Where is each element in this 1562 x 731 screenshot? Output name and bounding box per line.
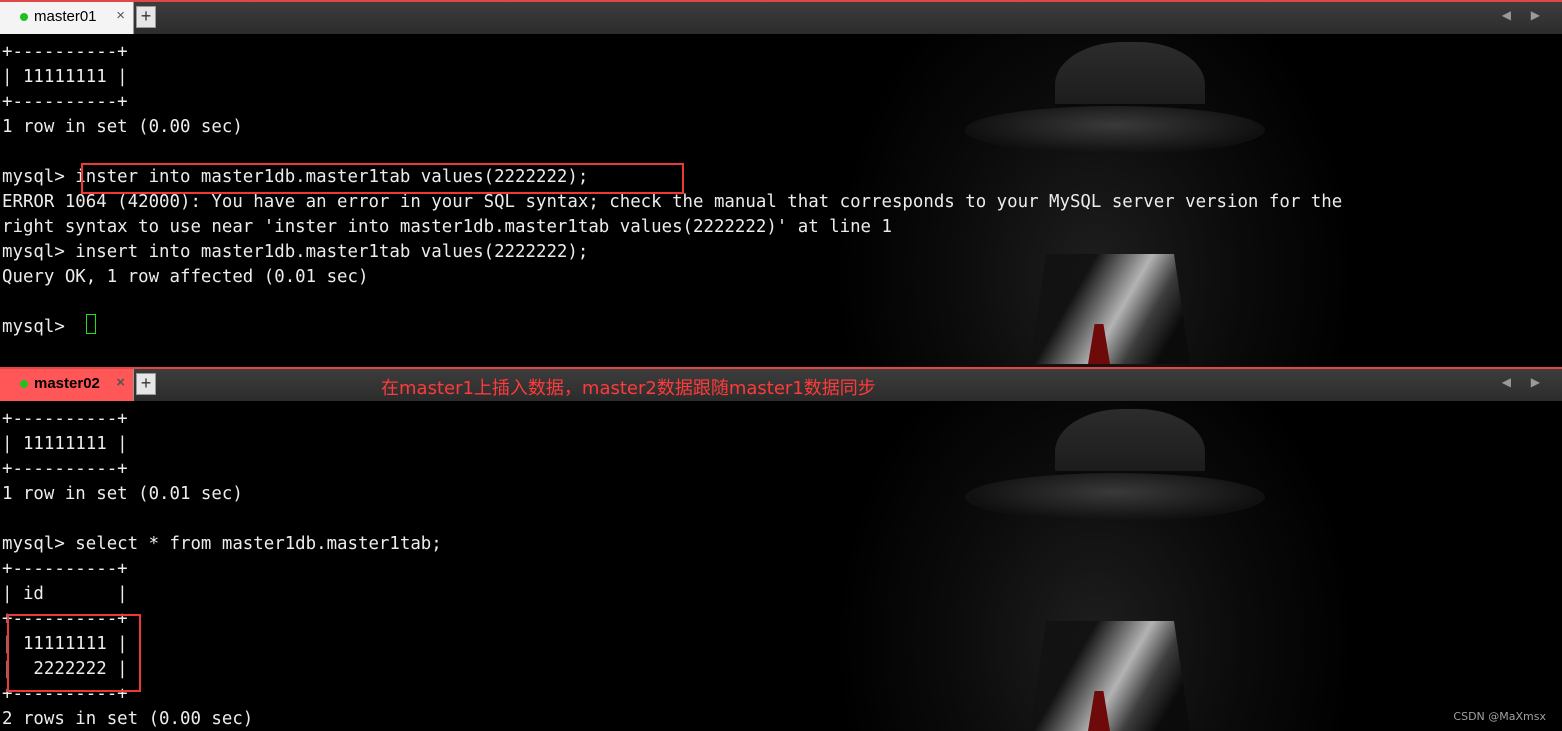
terminal-line: +----------+ <box>2 409 128 429</box>
terminal-line: | id | <box>2 584 128 604</box>
highlight-box-synced-rows <box>7 614 141 692</box>
terminal-line: +----------+ <box>2 92 128 112</box>
terminal-line: 1 row in set (0.00 sec) <box>2 117 243 137</box>
terminal-pane-master01: master01 × + ◀ ▶ +----------+ | 11111111 … <box>0 0 1562 367</box>
terminal-line: +----------+ <box>2 42 128 62</box>
close-tab-icon[interactable]: × <box>116 7 125 24</box>
tab-scroll-arrows-icon[interactable]: ◀ ▶ <box>1502 8 1548 22</box>
terminal-cursor <box>86 314 96 334</box>
terminal-line: mysql> <box>2 317 76 337</box>
terminal-line: right syntax to use near 'inster into ma… <box>2 217 892 237</box>
terminal-line: 1 row in set (0.01 sec) <box>2 484 243 504</box>
terminal-output[interactable]: +----------+ | 11111111 | +----------+ 1 ro… <box>0 34 1562 367</box>
terminal-pane-master02: master02 × + 在master1上插入数据，master2数据跟随ma… <box>0 367 1562 731</box>
connection-status-icon <box>20 13 28 21</box>
tab-master02[interactable]: master02 × <box>0 369 134 401</box>
tab-label: master01 <box>34 8 97 25</box>
tab-bar: master01 × + ◀ ▶ <box>0 0 1562 34</box>
close-tab-icon[interactable]: × <box>116 374 125 391</box>
terminal-line: mysql> select * from master1db.master1ta… <box>2 534 442 554</box>
new-tab-button[interactable]: + <box>136 6 156 28</box>
terminal-output[interactable]: +----------+ | 11111111 | +----------+ 1 ro… <box>0 401 1562 731</box>
terminal-line: +----------+ <box>2 559 128 579</box>
watermark: CSDN @MaXmsx <box>1453 710 1546 723</box>
terminal-line: | 11111111 | <box>2 67 128 87</box>
terminal-line: | 11111111 | <box>2 434 128 454</box>
terminal-line: +----------+ <box>2 459 128 479</box>
connection-status-icon <box>20 380 28 388</box>
tab-master01[interactable]: master01 × <box>0 2 134 34</box>
tab-label: master02 <box>34 375 100 392</box>
highlight-box-wrong-command <box>81 163 684 194</box>
tab-scroll-arrows-icon[interactable]: ◀ ▶ <box>1502 375 1548 389</box>
terminal-line: mysql> insert into master1db.master1tab … <box>2 242 589 262</box>
new-tab-button[interactable]: + <box>136 373 156 395</box>
terminal-line: Query OK, 1 row affected (0.01 sec) <box>2 267 369 287</box>
tab-bar: master02 × + 在master1上插入数据，master2数据跟随ma… <box>0 367 1562 401</box>
annotation-note: 在master1上插入数据，master2数据跟随master1数据同步 <box>381 378 876 399</box>
terminal-line: 2 rows in set (0.00 sec) <box>2 709 254 729</box>
